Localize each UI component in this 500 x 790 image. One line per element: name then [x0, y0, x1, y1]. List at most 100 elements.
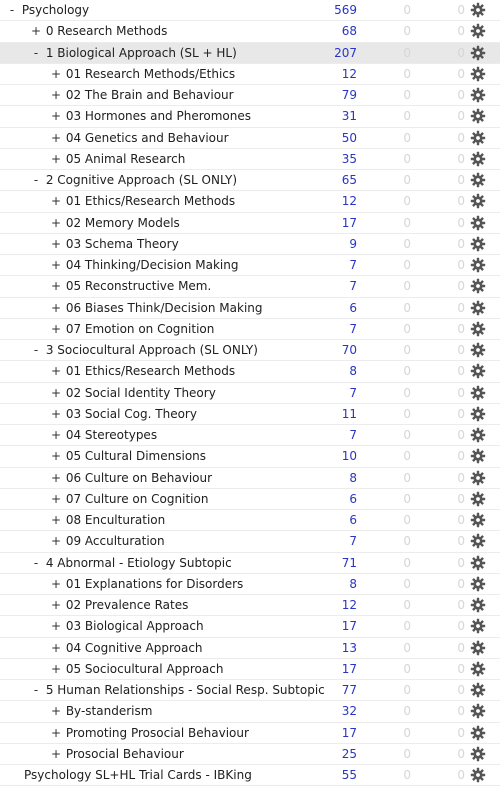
deck-name-link[interactable]: - 2 Cognitive Approach (SL ONLY)	[30, 170, 237, 191]
expand-toggle[interactable]: +	[50, 659, 62, 680]
collapse-toggle[interactable]: -	[6, 0, 18, 21]
deck-name-link[interactable]: + 06 Biases Think/Decision Making	[50, 298, 263, 319]
deck-row[interactable]: + 02 Prevalence Rates 12 0 0	[0, 595, 500, 617]
gear-icon[interactable]	[470, 151, 486, 167]
deck-name-link[interactable]: + 06 Culture on Behaviour	[50, 468, 212, 489]
deck-row[interactable]: - Psychology 569 0 0	[0, 0, 500, 22]
deck-row[interactable]: + 0 Research Methods 68 0 0	[0, 21, 500, 43]
gear-icon[interactable]	[470, 470, 486, 486]
gear-icon[interactable]	[470, 703, 486, 719]
deck-row[interactable]: + 03 Biological Approach 17 0 0	[0, 616, 500, 638]
gear-icon[interactable]	[470, 87, 486, 103]
expand-toggle[interactable]: +	[50, 616, 62, 637]
expand-toggle[interactable]: +	[50, 149, 62, 170]
deck-row[interactable]: + Prosocial Behaviour 25 0 0	[0, 744, 500, 765]
deck-name-link[interactable]: - Psychology	[6, 0, 89, 21]
collapse-toggle[interactable]: -	[30, 170, 42, 191]
deck-row[interactable]: + 07 Emotion on Cognition 7 0 0	[0, 319, 500, 340]
expand-toggle[interactable]: +	[50, 638, 62, 659]
expand-toggle[interactable]: +	[50, 361, 62, 382]
gear-icon[interactable]	[470, 130, 486, 146]
gear-icon[interactable]	[470, 533, 486, 549]
deck-name-link[interactable]: + 07 Emotion on Cognition	[50, 319, 214, 340]
gear-icon[interactable]	[470, 682, 486, 698]
expand-toggle[interactable]: +	[50, 446, 62, 467]
gear-icon[interactable]	[470, 767, 486, 783]
deck-name-link[interactable]: + 04 Cognitive Approach	[50, 638, 203, 659]
expand-toggle[interactable]: +	[50, 276, 62, 297]
deck-name-link[interactable]: - 3 Sociocultural Approach (SL ONLY)	[30, 340, 258, 361]
deck-name-link[interactable]: + 01 Ethics/Research Methods	[50, 361, 235, 382]
deck-name-link[interactable]: + 05 Animal Research	[50, 149, 185, 170]
deck-name-link[interactable]: + 02 Social Identity Theory	[50, 383, 216, 404]
gear-icon[interactable]	[470, 725, 486, 741]
gear-icon[interactable]	[470, 512, 486, 528]
expand-toggle[interactable]: +	[50, 425, 62, 446]
gear-icon[interactable]	[470, 2, 486, 18]
expand-toggle[interactable]: +	[50, 191, 62, 212]
gear-icon[interactable]	[470, 215, 486, 231]
deck-name-link[interactable]: + 04 Thinking/Decision Making	[50, 255, 238, 276]
collapse-toggle[interactable]: -	[30, 43, 42, 64]
gear-icon[interactable]	[470, 746, 486, 762]
gear-icon[interactable]	[470, 66, 486, 82]
deck-name-link[interactable]: + 08 Enculturation	[50, 510, 165, 531]
deck-row[interactable]: + 02 Memory Models 17 0 0	[0, 213, 500, 234]
collapse-toggle[interactable]: -	[30, 340, 42, 361]
expand-toggle[interactable]: +	[50, 128, 62, 149]
gear-icon[interactable]	[470, 661, 486, 677]
deck-row[interactable]: + 06 Biases Think/Decision Making 6 0 0	[0, 298, 500, 319]
deck-row[interactable]: + 03 Hormones and Pheromones 31 0 0	[0, 106, 500, 128]
deck-row[interactable]: + Promoting Prosocial Behaviour 17 0 0	[0, 723, 500, 744]
deck-row[interactable]: + 01 Ethics/Research Methods 8 0 0	[0, 361, 500, 383]
gear-icon[interactable]	[470, 278, 486, 294]
gear-icon[interactable]	[470, 342, 486, 358]
expand-toggle[interactable]: +	[50, 510, 62, 531]
deck-name-link[interactable]: + 02 The Brain and Behaviour	[50, 85, 234, 106]
collapse-toggle[interactable]: -	[30, 553, 42, 574]
deck-name-link[interactable]: Psychology SL+HL Trial Cards - IBKing	[24, 765, 252, 786]
gear-icon[interactable]	[470, 321, 486, 337]
deck-row[interactable]: + 07 Culture on Cognition 6 0 0	[0, 489, 500, 510]
deck-row[interactable]: - 2 Cognitive Approach (SL ONLY) 65 0 0	[0, 170, 500, 192]
gear-icon[interactable]	[470, 108, 486, 124]
collapse-toggle[interactable]: -	[30, 680, 42, 701]
deck-row[interactable]: + 04 Cognitive Approach 13 0 0	[0, 638, 500, 659]
gear-icon[interactable]	[470, 172, 486, 188]
deck-name-link[interactable]: - 4 Abnormal - Etiology Subtopic	[30, 553, 232, 574]
deck-row[interactable]: + 02 Social Identity Theory 7 0 0	[0, 383, 500, 404]
deck-name-link[interactable]: + 01 Ethics/Research Methods	[50, 191, 235, 212]
deck-name-link[interactable]: + 03 Biological Approach	[50, 616, 204, 637]
expand-toggle[interactable]: +	[50, 404, 62, 425]
deck-name-link[interactable]: + 04 Stereotypes	[50, 425, 157, 446]
gear-icon[interactable]	[470, 491, 486, 507]
gear-icon[interactable]	[470, 427, 486, 443]
deck-row[interactable]: + 05 Sociocultural Approach 17 0 0	[0, 659, 500, 680]
deck-row[interactable]: Psychology SL+HL Trial Cards - IBKing 55 0…	[0, 765, 500, 787]
deck-row[interactable]: + 09 Acculturation 7 0 0	[0, 531, 500, 553]
deck-name-link[interactable]: + Prosocial Behaviour	[50, 744, 184, 765]
deck-row[interactable]: + By-standerism 32 0 0	[0, 701, 500, 723]
gear-icon[interactable]	[470, 597, 486, 613]
deck-row[interactable]: - 3 Sociocultural Approach (SL ONLY) 70 0 0	[0, 340, 500, 362]
deck-row[interactable]: + 04 Thinking/Decision Making 7 0 0	[0, 255, 500, 277]
deck-name-link[interactable]: + 03 Social Cog. Theory	[50, 404, 197, 425]
deck-row[interactable]: + 01 Research Methods/Ethics 12 0 0	[0, 64, 500, 85]
deck-name-link[interactable]: + 01 Explanations for Disorders	[50, 574, 243, 595]
deck-name-link[interactable]: + 03 Hormones and Pheromones	[50, 106, 251, 127]
expand-toggle[interactable]: +	[50, 213, 62, 234]
deck-name-link[interactable]: + 04 Genetics and Behaviour	[50, 128, 229, 149]
deck-name-link[interactable]: + 05 Reconstructive Mem.	[50, 276, 211, 297]
expand-toggle[interactable]: +	[50, 701, 62, 722]
expand-toggle[interactable]: +	[50, 298, 62, 319]
deck-row[interactable]: + 02 The Brain and Behaviour 79 0 0	[0, 85, 500, 107]
deck-name-link[interactable]: + 05 Sociocultural Approach	[50, 659, 223, 680]
deck-name-link[interactable]: - 1 Biological Approach (SL + HL)	[30, 43, 237, 64]
deck-row[interactable]: - 1 Biological Approach (SL + HL) 207 0 0	[0, 42, 500, 64]
deck-row[interactable]: + 03 Schema Theory 9 0 0	[0, 234, 500, 255]
deck-row[interactable]: + 03 Social Cog. Theory 11 0 0	[0, 404, 500, 425]
deck-name-link[interactable]: + 0 Research Methods	[30, 21, 167, 42]
expand-toggle[interactable]: +	[50, 319, 62, 340]
deck-row[interactable]: + 04 Genetics and Behaviour 50 0 0	[0, 128, 500, 149]
expand-toggle[interactable]: +	[50, 489, 62, 510]
